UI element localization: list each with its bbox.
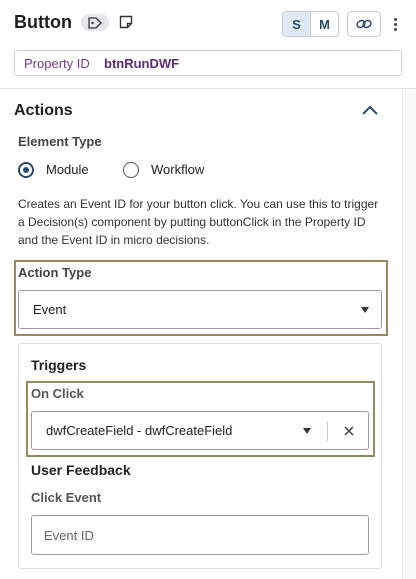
clear-icon[interactable] bbox=[342, 424, 356, 438]
tag-icon[interactable] bbox=[81, 14, 109, 31]
action-type-value: Event bbox=[33, 302, 67, 317]
radio-module[interactable] bbox=[18, 162, 34, 178]
property-id-value: btnRunDWF bbox=[104, 55, 180, 71]
radio-module-label[interactable]: Module bbox=[46, 162, 89, 177]
chevron-up-icon[interactable] bbox=[360, 103, 380, 119]
component-title: Button bbox=[14, 12, 72, 32]
click-event-label: Click Event bbox=[31, 490, 102, 505]
scrollbar[interactable] bbox=[402, 89, 416, 579]
action-description: Creates an Event ID for your button clic… bbox=[18, 197, 379, 247]
action-type-select[interactable]: Event bbox=[18, 290, 382, 329]
panel-header: Button S M bbox=[0, 0, 416, 48]
radio-workflow[interactable] bbox=[123, 162, 139, 178]
click-event-field[interactable] bbox=[31, 515, 369, 555]
actions-section-title: Actions bbox=[14, 102, 73, 119]
size-medium-button[interactable]: M bbox=[311, 12, 338, 36]
triggers-title: Triggers bbox=[31, 357, 87, 373]
select-separator bbox=[327, 421, 328, 441]
user-feedback-title: User Feedback bbox=[31, 462, 131, 478]
element-type-label: Element Type bbox=[18, 134, 102, 149]
click-event-input[interactable] bbox=[44, 527, 344, 543]
property-id-field[interactable]: Property ID btnRunDWF bbox=[14, 50, 402, 76]
action-type-label: Action Type bbox=[18, 265, 92, 280]
on-click-value: dwfCreateField - dwfCreateField bbox=[46, 423, 233, 438]
size-toggle: S M bbox=[282, 11, 339, 37]
property-id-label: Property ID bbox=[24, 55, 90, 71]
size-small-button[interactable]: S bbox=[283, 12, 311, 36]
chevron-down-icon bbox=[361, 307, 369, 313]
section-divider bbox=[0, 88, 416, 89]
link-icon[interactable] bbox=[347, 11, 381, 37]
radio-workflow-label[interactable]: Workflow bbox=[151, 162, 204, 177]
on-click-select[interactable]: dwfCreateField - dwfCreateField bbox=[31, 411, 369, 450]
more-options-icon[interactable] bbox=[388, 13, 402, 35]
on-click-label: On Click bbox=[31, 386, 84, 401]
note-icon[interactable] bbox=[117, 13, 135, 31]
chevron-down-icon[interactable] bbox=[303, 428, 311, 434]
